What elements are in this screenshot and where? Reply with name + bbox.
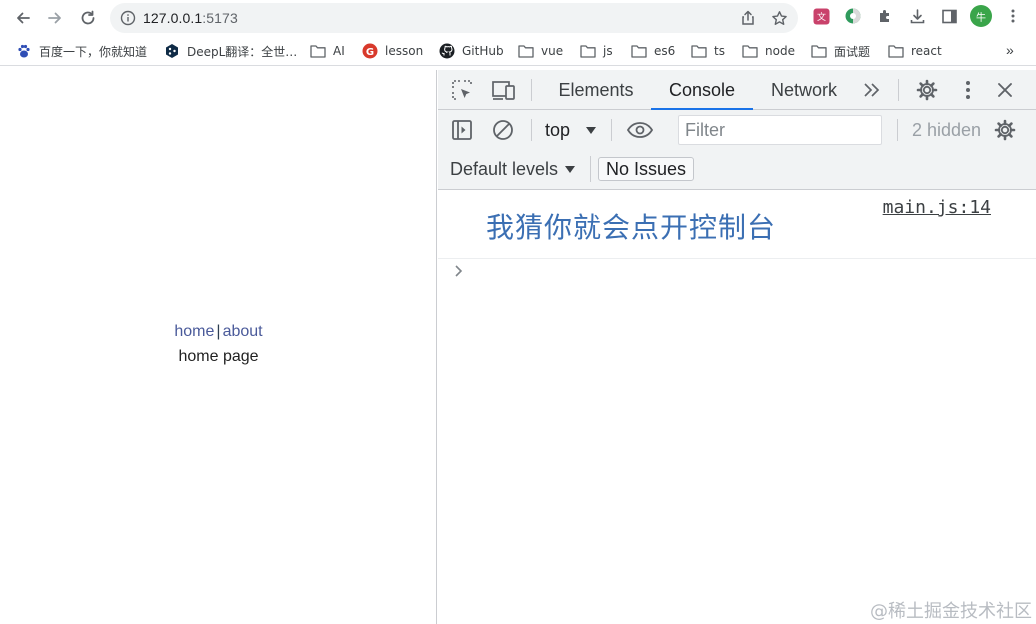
folder-icon	[742, 43, 758, 59]
github-icon	[439, 43, 455, 59]
block-icon	[493, 120, 513, 140]
gear-icon	[916, 79, 938, 101]
device-toolbar-icon[interactable]	[491, 78, 517, 102]
dropdown-triangle-icon	[586, 127, 597, 134]
bookmark-github[interactable]: GitHub	[439, 43, 504, 59]
watermark-text: @稀土掘金技术社区	[870, 601, 1032, 622]
console-message-text: 我猜你就会点开控制台	[486, 211, 777, 244]
more-tabs-button[interactable]	[860, 80, 884, 100]
close-devtools-button[interactable]	[994, 79, 1016, 101]
bookmark-ts[interactable]: ts	[691, 43, 725, 59]
forward-button[interactable]	[43, 6, 67, 30]
folder-icon	[888, 43, 904, 59]
bookmark-interview[interactable]: 面试题	[811, 43, 870, 59]
folder-icon	[691, 43, 707, 59]
svg-text:G: G	[366, 47, 374, 58]
browser-menu-icon[interactable]	[1004, 7, 1022, 25]
console-message-row: 我猜你就会点开控制台 main.js:14	[438, 190, 1036, 259]
sidebar-icon	[452, 120, 472, 140]
folder-icon	[580, 43, 596, 59]
grammar-extension-icon[interactable]	[844, 7, 862, 25]
console-settings-button[interactable]	[993, 118, 1017, 142]
issues-button[interactable]: No Issues	[598, 157, 695, 181]
console-toolbar-divider-2	[611, 119, 612, 141]
reload-button[interactable]	[76, 6, 100, 30]
devtools-tabbar: Elements Console Network	[438, 70, 1036, 110]
bookmarks-bar: 百度一下，你就知道 DeepL翻译：全世… AI Glesson GitHub …	[0, 36, 1036, 66]
context-selector[interactable]: top	[545, 120, 597, 141]
bookmark-node[interactable]: node	[742, 43, 795, 59]
close-icon	[998, 83, 1012, 97]
home-link[interactable]: home	[174, 323, 214, 340]
tabbar-divider-2	[898, 79, 899, 101]
page-body-text: home page	[178, 348, 259, 365]
address-bar[interactable]: 127.0.0.1:5173	[110, 3, 798, 33]
clear-console-button[interactable]	[491, 118, 515, 142]
folder-icon	[518, 43, 534, 59]
tab-elements[interactable]: Elements	[546, 70, 646, 110]
g-logo-icon: G	[362, 43, 378, 59]
bookmark-deepl[interactable]: DeepL翻译：全世…	[164, 43, 297, 59]
inspect-element-icon[interactable]	[450, 78, 474, 102]
folder-icon	[310, 43, 326, 59]
svg-text:文: 文	[816, 11, 825, 23]
profile-avatar[interactable]: 牛	[970, 5, 992, 27]
bookmark-js[interactable]: js	[580, 43, 613, 59]
deepl-icon	[164, 43, 180, 59]
dropdown-triangle-icon	[565, 165, 576, 173]
star-icon[interactable]	[771, 10, 788, 27]
bookmark-react[interactable]: react	[888, 43, 942, 59]
tab-console[interactable]: Console	[651, 70, 753, 110]
levels-divider	[590, 156, 591, 182]
chevrons-right-icon	[864, 83, 880, 97]
console-filter-input[interactable]: Filter	[678, 115, 882, 145]
bookmark-es6[interactable]: es6	[631, 43, 675, 59]
download-icon[interactable]	[908, 7, 926, 25]
puzzle-extensions-icon[interactable]	[876, 7, 894, 25]
bookmark-ai[interactable]: AI	[310, 43, 345, 59]
back-button[interactable]	[11, 6, 35, 30]
devtools-panel: Elements Console Network top Filter 2 hi…	[438, 70, 1036, 624]
page-nav: home | about	[0, 323, 437, 341]
info-icon[interactable]	[120, 10, 136, 26]
devtools-menu-button[interactable]	[958, 79, 978, 101]
folder-icon	[631, 43, 647, 59]
console-toolbar-divider-3	[897, 119, 898, 141]
console-toolbar-divider	[531, 119, 532, 141]
devtools-settings-button[interactable]	[915, 78, 939, 102]
translate-extension-icon[interactable]: 文	[812, 7, 830, 25]
side-panel-icon[interactable]	[940, 7, 958, 25]
arrow-left-icon	[17, 12, 30, 24]
tab-network[interactable]: Network	[758, 70, 850, 110]
reload-icon	[81, 10, 95, 25]
url-text: 127.0.0.1:5173	[143, 10, 238, 26]
console-toolbar: top Filter 2 hidden Default levels No Is…	[438, 110, 1036, 190]
live-expression-button[interactable]	[625, 120, 655, 140]
tabbar-divider	[531, 79, 532, 101]
bookmarks-more-button[interactable]: »	[1006, 42, 1014, 58]
baidu-paw-icon	[16, 43, 32, 59]
hidden-messages-count: 2 hidden	[912, 120, 982, 140]
arrow-right-icon	[48, 12, 61, 24]
console-prompt[interactable]	[454, 264, 464, 283]
eye-icon	[626, 122, 654, 138]
bookmark-vue[interactable]: vue	[518, 43, 563, 59]
page-viewport: home | about home page	[0, 70, 437, 624]
about-link[interactable]: about	[223, 323, 263, 340]
bookmark-baidu[interactable]: 百度一下，你就知道	[16, 43, 147, 59]
kebab-menu-icon	[966, 81, 970, 99]
console-source-link[interactable]: main.js:14	[883, 197, 991, 218]
browser-toolbar: 127.0.0.1:5173 文 牛	[0, 0, 1036, 36]
bookmark-lesson[interactable]: Glesson	[362, 43, 423, 59]
chevron-right-icon	[455, 265, 463, 277]
gear-icon	[994, 119, 1016, 141]
share-icon[interactable]	[740, 10, 756, 26]
nav-separator: |	[216, 323, 221, 340]
sidebar-toggle-button[interactable]	[450, 118, 474, 142]
log-levels-dropdown[interactable]: Default levels	[450, 159, 576, 180]
folder-icon	[811, 43, 827, 59]
